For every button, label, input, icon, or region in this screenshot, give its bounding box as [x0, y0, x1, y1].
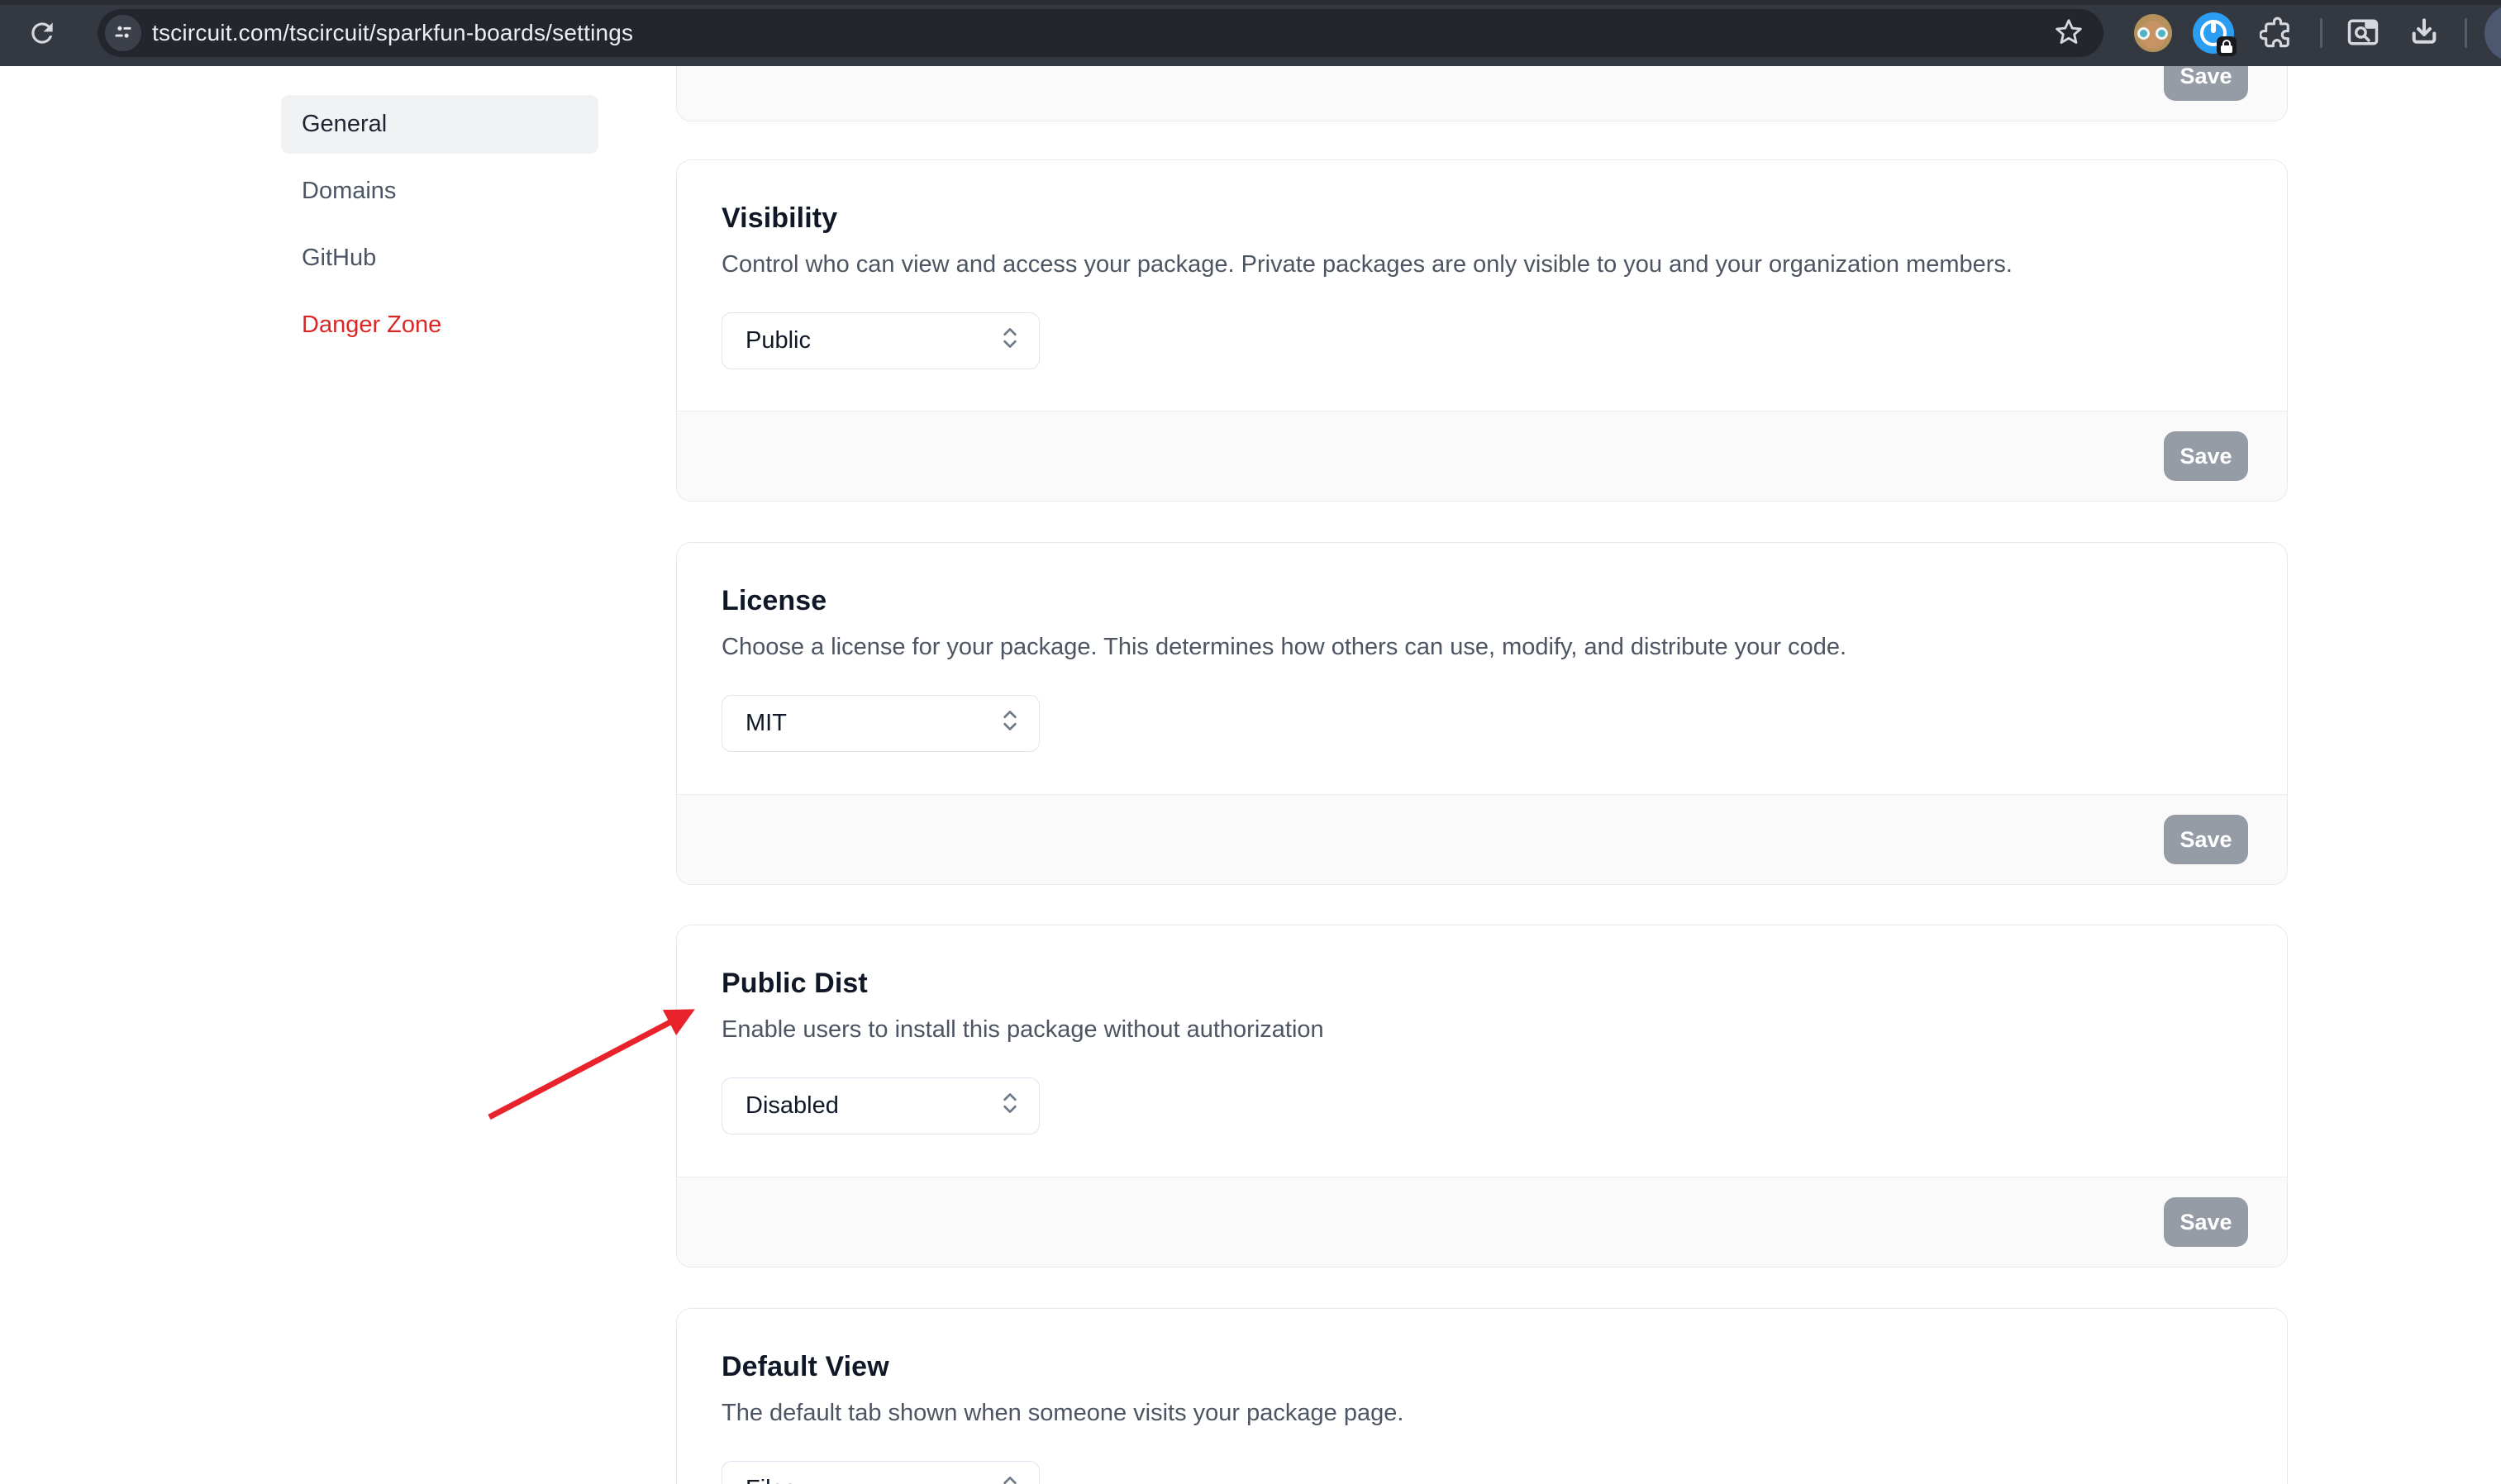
address-bar[interactable]: tscircuit.com/tscircuit/sparkfun-boards/… [98, 9, 2103, 57]
card-footer: Save [677, 411, 2287, 501]
card-description: Choose a license for your package. This … [722, 632, 2242, 662]
visibility-select[interactable]: Public [722, 312, 1040, 369]
site-settings-icon [112, 21, 135, 46]
card-visibility: Visibility Control who can view and acce… [676, 159, 2288, 502]
toolbar-separator [2465, 18, 2467, 48]
card-footer: Save [677, 66, 2287, 121]
select-value: Public [746, 327, 811, 354]
settings-sidebar: General Domains GitHub Danger Zone [281, 95, 598, 363]
card-footer: Save [677, 1177, 2287, 1267]
chevron-up-down-icon [999, 1087, 1021, 1125]
card-license: License Choose a license for your packag… [676, 542, 2288, 885]
save-button[interactable]: Save [2164, 815, 2248, 864]
license-select[interactable]: MIT [722, 695, 1040, 752]
chevron-up-down-icon [999, 1471, 1021, 1484]
card-public-dist: Public Dist Enable users to install this… [676, 925, 2288, 1268]
card-title: Public Dist [722, 965, 2242, 1001]
site-settings-button[interactable] [105, 15, 141, 51]
password-manager-icon[interactable] [2193, 12, 2234, 54]
screen-search-button[interactable] [2344, 14, 2382, 52]
download-icon [2406, 14, 2442, 53]
download-button[interactable] [2405, 14, 2443, 52]
avatar-glasses-left [2137, 27, 2150, 40]
browser-profile-avatar[interactable] [2484, 5, 2501, 61]
select-value: Files [746, 1476, 796, 1484]
chevron-up-down-icon [999, 705, 1021, 743]
card-title: Default View [722, 1348, 2242, 1385]
card-description: The default tab shown when someone visit… [722, 1398, 2242, 1428]
reload-button[interactable] [23, 15, 61, 53]
lock-icon [2217, 36, 2237, 56]
url-text[interactable]: tscircuit.com/tscircuit/sparkfun-boards/… [152, 9, 633, 57]
reload-icon [26, 17, 58, 51]
save-button[interactable]: Save [2164, 1197, 2248, 1247]
browser-toolbar: tscircuit.com/tscircuit/sparkfun-boards/… [0, 0, 2501, 66]
profile-avatar-emoji[interactable] [2134, 14, 2172, 52]
card-title: Visibility [722, 200, 2242, 236]
card-description: Control who can view and access your pac… [722, 250, 2242, 279]
save-button[interactable]: Save [2164, 66, 2248, 101]
chevron-up-down-icon [999, 322, 1021, 360]
window-frame-strip [0, 0, 2501, 5]
default-view-select[interactable]: Files [722, 1461, 1040, 1484]
avatar-glasses-right [2156, 27, 2168, 40]
card-footer: Save [677, 794, 2287, 884]
select-value: Disabled [746, 1092, 839, 1120]
select-value: MIT [746, 710, 787, 737]
card-default-view: Default View The default tab shown when … [676, 1308, 2288, 1484]
public-dist-select[interactable]: Disabled [722, 1077, 1040, 1134]
settings-page: General Domains GitHub Danger Zone Save … [0, 66, 2501, 1484]
extensions-button[interactable] [2259, 14, 2295, 52]
card-partial-top: Save [676, 66, 2288, 121]
sidebar-item-danger-zone[interactable]: Danger Zone [281, 296, 598, 354]
save-button[interactable]: Save [2164, 431, 2248, 481]
screen-search-icon [2345, 14, 2381, 53]
bookmark-button[interactable] [2051, 16, 2086, 50]
toolbar-separator [2320, 18, 2322, 48]
bookmark-star-icon [2052, 16, 2085, 51]
sidebar-item-general[interactable]: General [281, 95, 598, 154]
card-description: Enable users to install this package wit… [722, 1015, 2242, 1044]
extensions-puzzle-icon [2260, 14, 2294, 53]
sidebar-item-github[interactable]: GitHub [281, 229, 598, 288]
card-title: License [722, 583, 2242, 619]
sidebar-item-domains[interactable]: Domains [281, 162, 598, 221]
